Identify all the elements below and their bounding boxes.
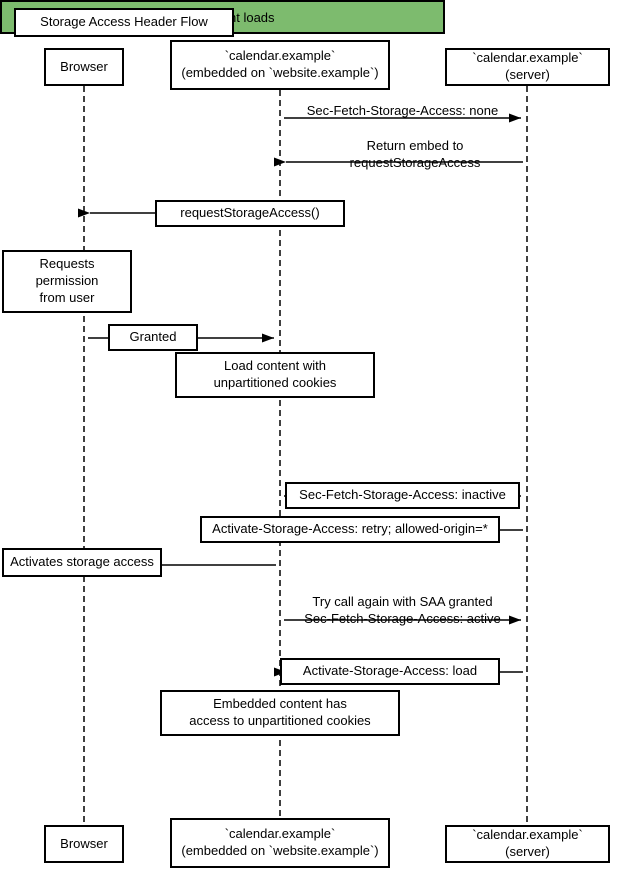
msg-sec-fetch-inactive: Sec-Fetch-Storage-Access: inactive (285, 482, 520, 509)
browser-top-box: Browser (44, 48, 124, 86)
diagram-title: Storage Access Header Flow (14, 8, 234, 37)
msg-return-embed: Return embed to requestStorageAccess (310, 138, 520, 172)
msg-load-content: Load content with unpartitioned cookies (175, 352, 375, 398)
msg-request-storage-access: requestStorageAccess() (155, 200, 345, 227)
msg-activate-retry: Activate-Storage-Access: retry; allowed-… (200, 516, 500, 543)
msg-granted: Granted (108, 324, 198, 351)
embed-bottom-box: `calendar.example` (embedded on `website… (170, 818, 390, 868)
embed-top-box: `calendar.example` (embedded on `website… (170, 40, 390, 90)
msg-activate-load: Activate-Storage-Access: load (280, 658, 500, 685)
server-bottom-box: `calendar.example` (server) (445, 825, 610, 863)
msg-embedded-content: Embedded content has access to unpartiti… (160, 690, 400, 736)
msg-activates-storage: Activates storage access (2, 548, 162, 577)
msg-try-call-again: Try call again with SAA granted Sec-Fetc… (285, 594, 520, 628)
browser-bottom-box: Browser (44, 825, 124, 863)
server-top-box: `calendar.example` (server) (445, 48, 610, 86)
msg-requests-permission: Requests permission from user (2, 250, 132, 313)
msg-sec-fetch-none: Sec-Fetch-Storage-Access: none (285, 103, 520, 120)
